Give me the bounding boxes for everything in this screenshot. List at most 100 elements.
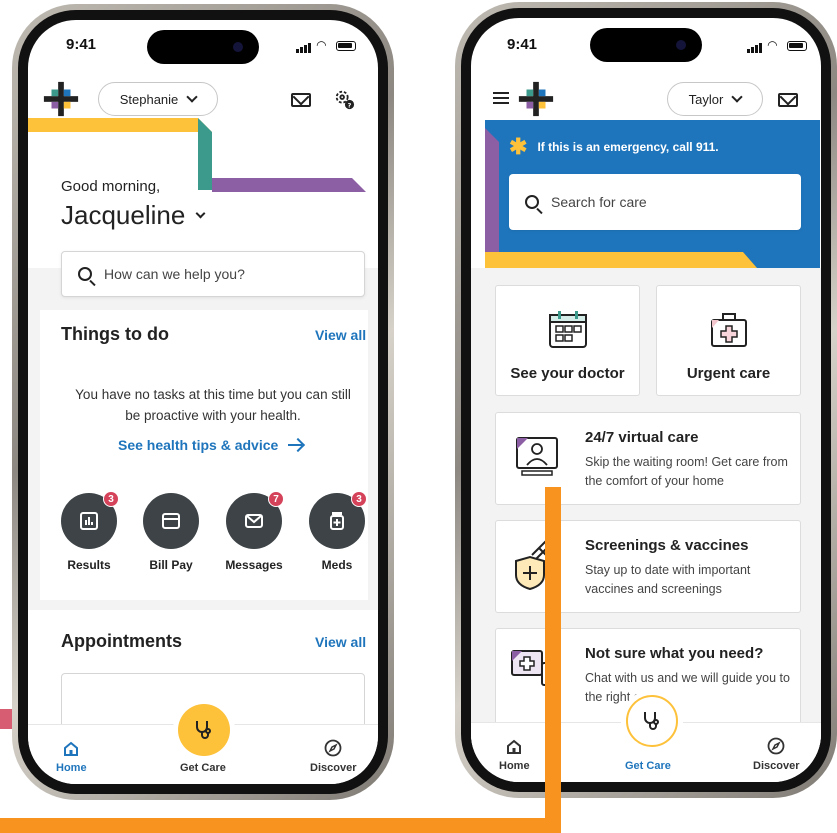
brand-logo-icon [518,81,554,117]
messages-button[interactable]: 7 Messages [224,491,284,572]
stethoscope-icon [196,721,211,739]
no-tasks-message: You have no tasks at this time but you c… [75,387,351,423]
results-label: Results [67,558,111,572]
not-sure-desc: Chat with us and we will guide you to th… [585,671,790,704]
nav-home-label: Home [499,760,530,772]
results-badge: 3 [103,491,119,507]
not-sure-title: Not sure what you need? [585,645,764,662]
left-phone: 9:41 ◠ Stephanie ? Good morning, Jacquel… [12,4,394,800]
stage: 9:41 ◠ Stephanie ? Good morning, Jacquel… [0,0,837,833]
care-search-input[interactable]: Search for care [509,174,801,230]
chevron-down-icon [186,91,198,103]
first-aid-kit-icon [711,313,747,347]
help-search-input[interactable]: How can we help you? [61,251,365,297]
get-care-button[interactable] [178,704,230,756]
menu-icon[interactable] [493,92,509,104]
nav-home-label: Home [56,762,87,774]
meds-circle: 3 [309,491,367,549]
pill-bottle-icon [330,512,344,530]
mail-icon[interactable] [778,93,798,107]
brand-logo-icon [43,81,79,117]
phone-bezel: 9:41 ◠ Taylor ✱ If this is an emergency,… [461,8,831,792]
greeting-text: Good morning, [61,178,161,195]
battery-icon [336,40,356,51]
battery-icon [787,40,807,51]
messages-badge: 7 [268,491,284,507]
bill-pay-label: Bill Pay [149,558,193,572]
virtual-care-desc: Skip the waiting room! Get care from the… [585,455,788,488]
bill-pay-button[interactable]: Bill Pay [141,493,201,572]
nav-get-care[interactable]: Get Care [625,760,671,772]
home-icon [507,739,522,754]
meds-button[interactable]: 3 Meds [307,491,367,572]
meds-badge: 3 [351,491,367,507]
nav-discover-label: Discover [753,760,800,772]
results-circle: 3 [61,491,119,549]
appointments-title: Appointments [61,631,182,651]
credit-card-icon [162,513,180,529]
status-time: 9:41 [507,36,538,53]
get-care-screen: 9:41 ◠ Taylor ✱ If this is an emergency,… [471,18,821,782]
decorative-orange-stripe [0,818,552,833]
nav-get-care[interactable]: Get Care [180,762,226,774]
see-your-doctor-label: See your doctor [510,365,625,382]
signal-icon [746,39,763,53]
bill-pay-circle [143,493,199,549]
search-icon [78,267,92,281]
calendar-icon [549,311,587,348]
urgent-care-tile[interactable]: Urgent care [656,285,801,396]
things-to-do-view-all-link[interactable]: View all [315,327,366,343]
things-to-do-title: Things to do [61,324,169,344]
video-doctor-icon [516,437,558,476]
get-care-button[interactable] [626,695,678,747]
user-name-switcher[interactable]: Jacqueline [61,200,206,231]
results-button[interactable]: 3 Results [59,491,119,572]
profile-name: Stephanie [119,91,179,107]
nav-home[interactable]: Home [56,741,87,774]
nav-get-care-label: Get Care [180,762,226,774]
profile-switcher[interactable]: Taylor [667,82,763,116]
arrow-right-icon [288,444,303,446]
search-icon [525,195,539,209]
nav-discover-label: Discover [310,762,357,774]
compass-icon [324,739,342,757]
status-icons: ◠ [295,38,356,53]
right-phone: 9:41 ◠ Taylor ✱ If this is an emergency,… [455,2,837,798]
search-placeholder: How can we help you? [104,266,245,282]
health-tips-link[interactable]: See health tips & advice [118,437,303,453]
messages-label: Messages [225,558,283,572]
status-time: 9:41 [66,36,97,53]
virtual-care-title: 24/7 virtual care [585,429,699,446]
chevron-down-icon [731,91,744,103]
wifi-icon: ◠ [316,38,328,52]
nav-discover[interactable]: Discover [310,739,356,774]
wifi-icon: ◠ [767,38,779,52]
see-your-doctor-tile[interactable]: See your doctor [495,285,640,396]
status-icons: ◠ [746,38,807,53]
meds-label: Meds [321,558,353,572]
home-screen: 9:41 ◠ Stephanie ? Good morning, Jacquel… [28,20,378,784]
health-tips-label: See health tips & advice [118,437,279,453]
phone-bezel: 9:41 ◠ Stephanie ? Good morning, Jacquel… [18,10,388,794]
compass-icon [767,737,785,755]
home-icon [64,741,79,756]
dynamic-island [147,30,259,64]
settings-help-icon[interactable]: ? [333,88,355,110]
svg-text:?: ? [348,101,352,109]
profile-switcher[interactable]: Stephanie [98,82,218,116]
stethoscope-icon [644,712,659,730]
chart-icon [80,512,98,530]
messages-circle: 7 [226,491,284,549]
dynamic-island [590,28,702,62]
screenings-vaccines-card[interactable]: Screenings & vaccines Stay up to date wi… [495,520,801,613]
care-search-placeholder: Search for care [551,194,647,210]
nav-home[interactable]: Home [499,739,530,772]
urgent-care-label: Urgent care [686,365,771,382]
nav-discover[interactable]: Discover [753,737,799,772]
virtual-care-card[interactable]: 24/7 virtual care Skip the waiting room!… [495,412,801,505]
screenings-vaccines-desc: Stay up to date with important vaccines … [585,563,751,596]
appointments-view-all-link[interactable]: View all [315,634,366,650]
screenings-vaccines-title: Screenings & vaccines [585,537,749,554]
mail-icon[interactable] [291,93,311,107]
chevron-down-icon [195,208,206,219]
